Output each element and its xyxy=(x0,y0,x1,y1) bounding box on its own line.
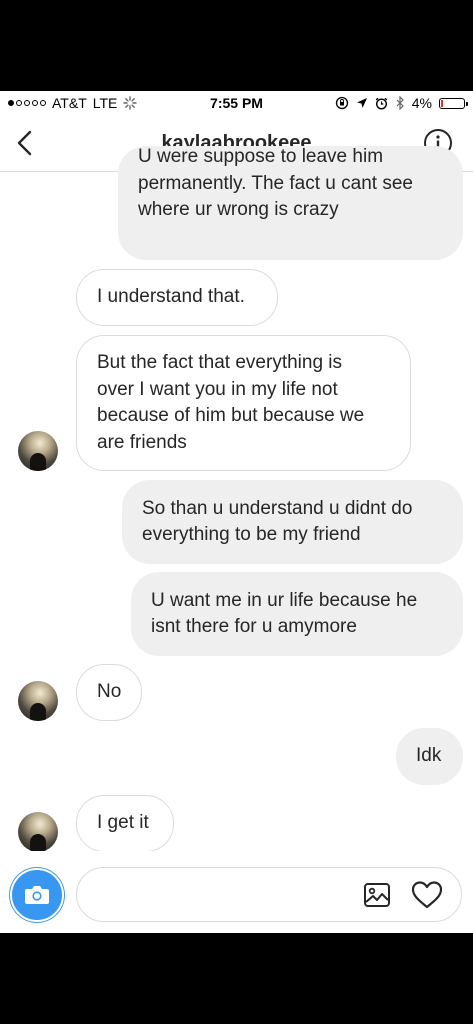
orientation-lock-icon xyxy=(335,96,348,110)
message-bubble-outgoing[interactable]: U want me in ur life because he isnt the… xyxy=(131,572,463,656)
message-line: I get it xyxy=(97,812,149,834)
message-bubble-incoming[interactable]: I get it xyxy=(76,795,174,852)
message-text: U were suppose to leave him permanently.… xyxy=(138,144,413,224)
message-bubble-incoming[interactable]: No xyxy=(76,664,142,721)
message-line: isnt there for u amymore xyxy=(151,616,357,637)
message-bubble-outgoing[interactable]: Idk xyxy=(396,728,463,785)
message-input-container[interactable] xyxy=(76,867,462,922)
message-line: No xyxy=(97,681,122,703)
contact-avatar[interactable] xyxy=(18,812,58,852)
message-text: I get it xyxy=(97,810,149,837)
message-line: everything to be my friend xyxy=(142,524,361,545)
message-text: Idk xyxy=(416,743,441,770)
message-bubble-outgoing[interactable]: So than u understand u didnt do everythi… xyxy=(122,480,463,564)
camera-icon xyxy=(25,886,49,904)
location-arrow-icon xyxy=(356,98,367,108)
message-line: But the fact that everything is xyxy=(97,352,343,373)
contact-avatar[interactable] xyxy=(18,431,58,471)
status-right: 4% xyxy=(335,95,468,111)
status-bar: AT&T LTE 7:55 PM 4% xyxy=(0,91,473,115)
message-bubble-incoming[interactable]: I understand that. xyxy=(76,269,278,326)
message-text: No xyxy=(97,679,121,706)
message-line: I understand that. xyxy=(97,286,245,308)
battery-percent: 4% xyxy=(411,95,432,111)
message-bubble-incoming[interactable]: But the fact that everything is over I w… xyxy=(76,335,411,471)
battery-icon xyxy=(439,97,468,109)
message-line: over I want you in my life not xyxy=(97,378,338,400)
message-text: But the fact that everything is over I w… xyxy=(97,350,364,456)
message-line: permanently. The fact u cant see xyxy=(138,172,413,194)
message-text: U want me in ur life because he isnt the… xyxy=(151,588,417,641)
message-text: I understand that. xyxy=(97,284,245,311)
message-line: Idk xyxy=(416,745,442,767)
message-line: So than u understand u didnt do xyxy=(142,497,413,519)
message-composer xyxy=(0,851,473,933)
gallery-icon[interactable] xyxy=(363,881,391,909)
message-bubble-outgoing[interactable]: U were suppose to leave him permanently.… xyxy=(118,146,463,260)
message-text: So than u understand u didnt do everythi… xyxy=(142,496,412,549)
alarm-icon xyxy=(375,97,388,110)
message-input[interactable] xyxy=(93,880,357,910)
bluetooth-icon xyxy=(396,96,404,110)
message-line: where ur wrong is crazy xyxy=(138,199,339,220)
message-line: U were suppose to leave him xyxy=(138,146,384,167)
message-line: U want me in ur life because he xyxy=(151,589,418,611)
heart-icon[interactable] xyxy=(411,880,443,910)
contact-avatar[interactable] xyxy=(18,681,58,721)
chat-screen: AT&T LTE 7:55 PM 4% kaylaabrookeee U wer… xyxy=(0,91,473,933)
message-line: are friends xyxy=(97,431,187,453)
message-line: because of him but because we xyxy=(97,405,365,426)
camera-button[interactable] xyxy=(10,868,64,922)
